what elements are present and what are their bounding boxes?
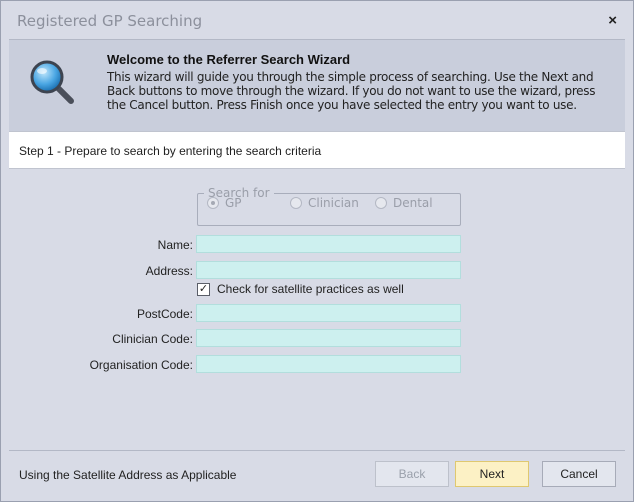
wizard-header: Welcome to the Referrer Search Wizard Th… [9, 39, 625, 131]
clinician-code-label: Clinician Code: [112, 332, 193, 346]
radio-icon [375, 197, 387, 209]
magnifier-icon [30, 60, 74, 104]
radio-clinician[interactable]: Clinician [290, 196, 359, 210]
wizard-title: Welcome to the Referrer Search Wizard [107, 52, 351, 67]
title-bar: Registered GP Searching × [1, 1, 633, 39]
postcode-label: PostCode: [136, 307, 193, 321]
next-button[interactable]: Next [455, 461, 529, 487]
wizard-window: Registered GP Searching × Welcome to the… [0, 0, 634, 502]
radio-icon [290, 197, 302, 209]
organisation-code-field[interactable] [196, 355, 461, 373]
radio-clinician-label: Clinician [308, 196, 359, 210]
step-text: Step 1 - Prepare to search by entering t… [19, 144, 322, 158]
name-field[interactable] [196, 235, 461, 253]
radio-dental-label: Dental [393, 196, 433, 210]
organisation-code-label: Organisation Code: [89, 358, 193, 372]
name-label: Name: [157, 238, 193, 252]
window-title: Registered GP Searching [17, 12, 203, 30]
satellite-checkbox-label: Check for satellite practices as well [217, 282, 404, 296]
address-label: Address: [145, 264, 193, 278]
cancel-button[interactable]: Cancel [542, 461, 616, 487]
checkmark-icon: ✓ [197, 282, 210, 296]
clinician-code-field[interactable] [196, 329, 461, 347]
radio-gp-label: GP [225, 196, 242, 210]
satellite-checkbox[interactable]: ✓ Check for satellite practices as well [197, 282, 404, 296]
radio-dental[interactable]: Dental [375, 196, 433, 210]
back-button[interactable]: Back [375, 461, 449, 487]
address-field[interactable] [196, 261, 461, 279]
postcode-field[interactable] [196, 304, 461, 322]
radio-selected-icon [207, 197, 219, 209]
radio-gp[interactable]: GP [207, 196, 242, 210]
close-icon[interactable]: × [608, 12, 617, 29]
wizard-footer: Using the Satellite Address as Applicabl… [9, 450, 625, 494]
search-criteria-panel: Search for GP Clinician Dental Name: Add… [9, 169, 625, 449]
wizard-description: This wizard will guide you through the s… [107, 70, 596, 112]
step-banner: Step 1 - Prepare to search by entering t… [9, 131, 625, 169]
footer-status-text: Using the Satellite Address as Applicabl… [19, 468, 237, 482]
